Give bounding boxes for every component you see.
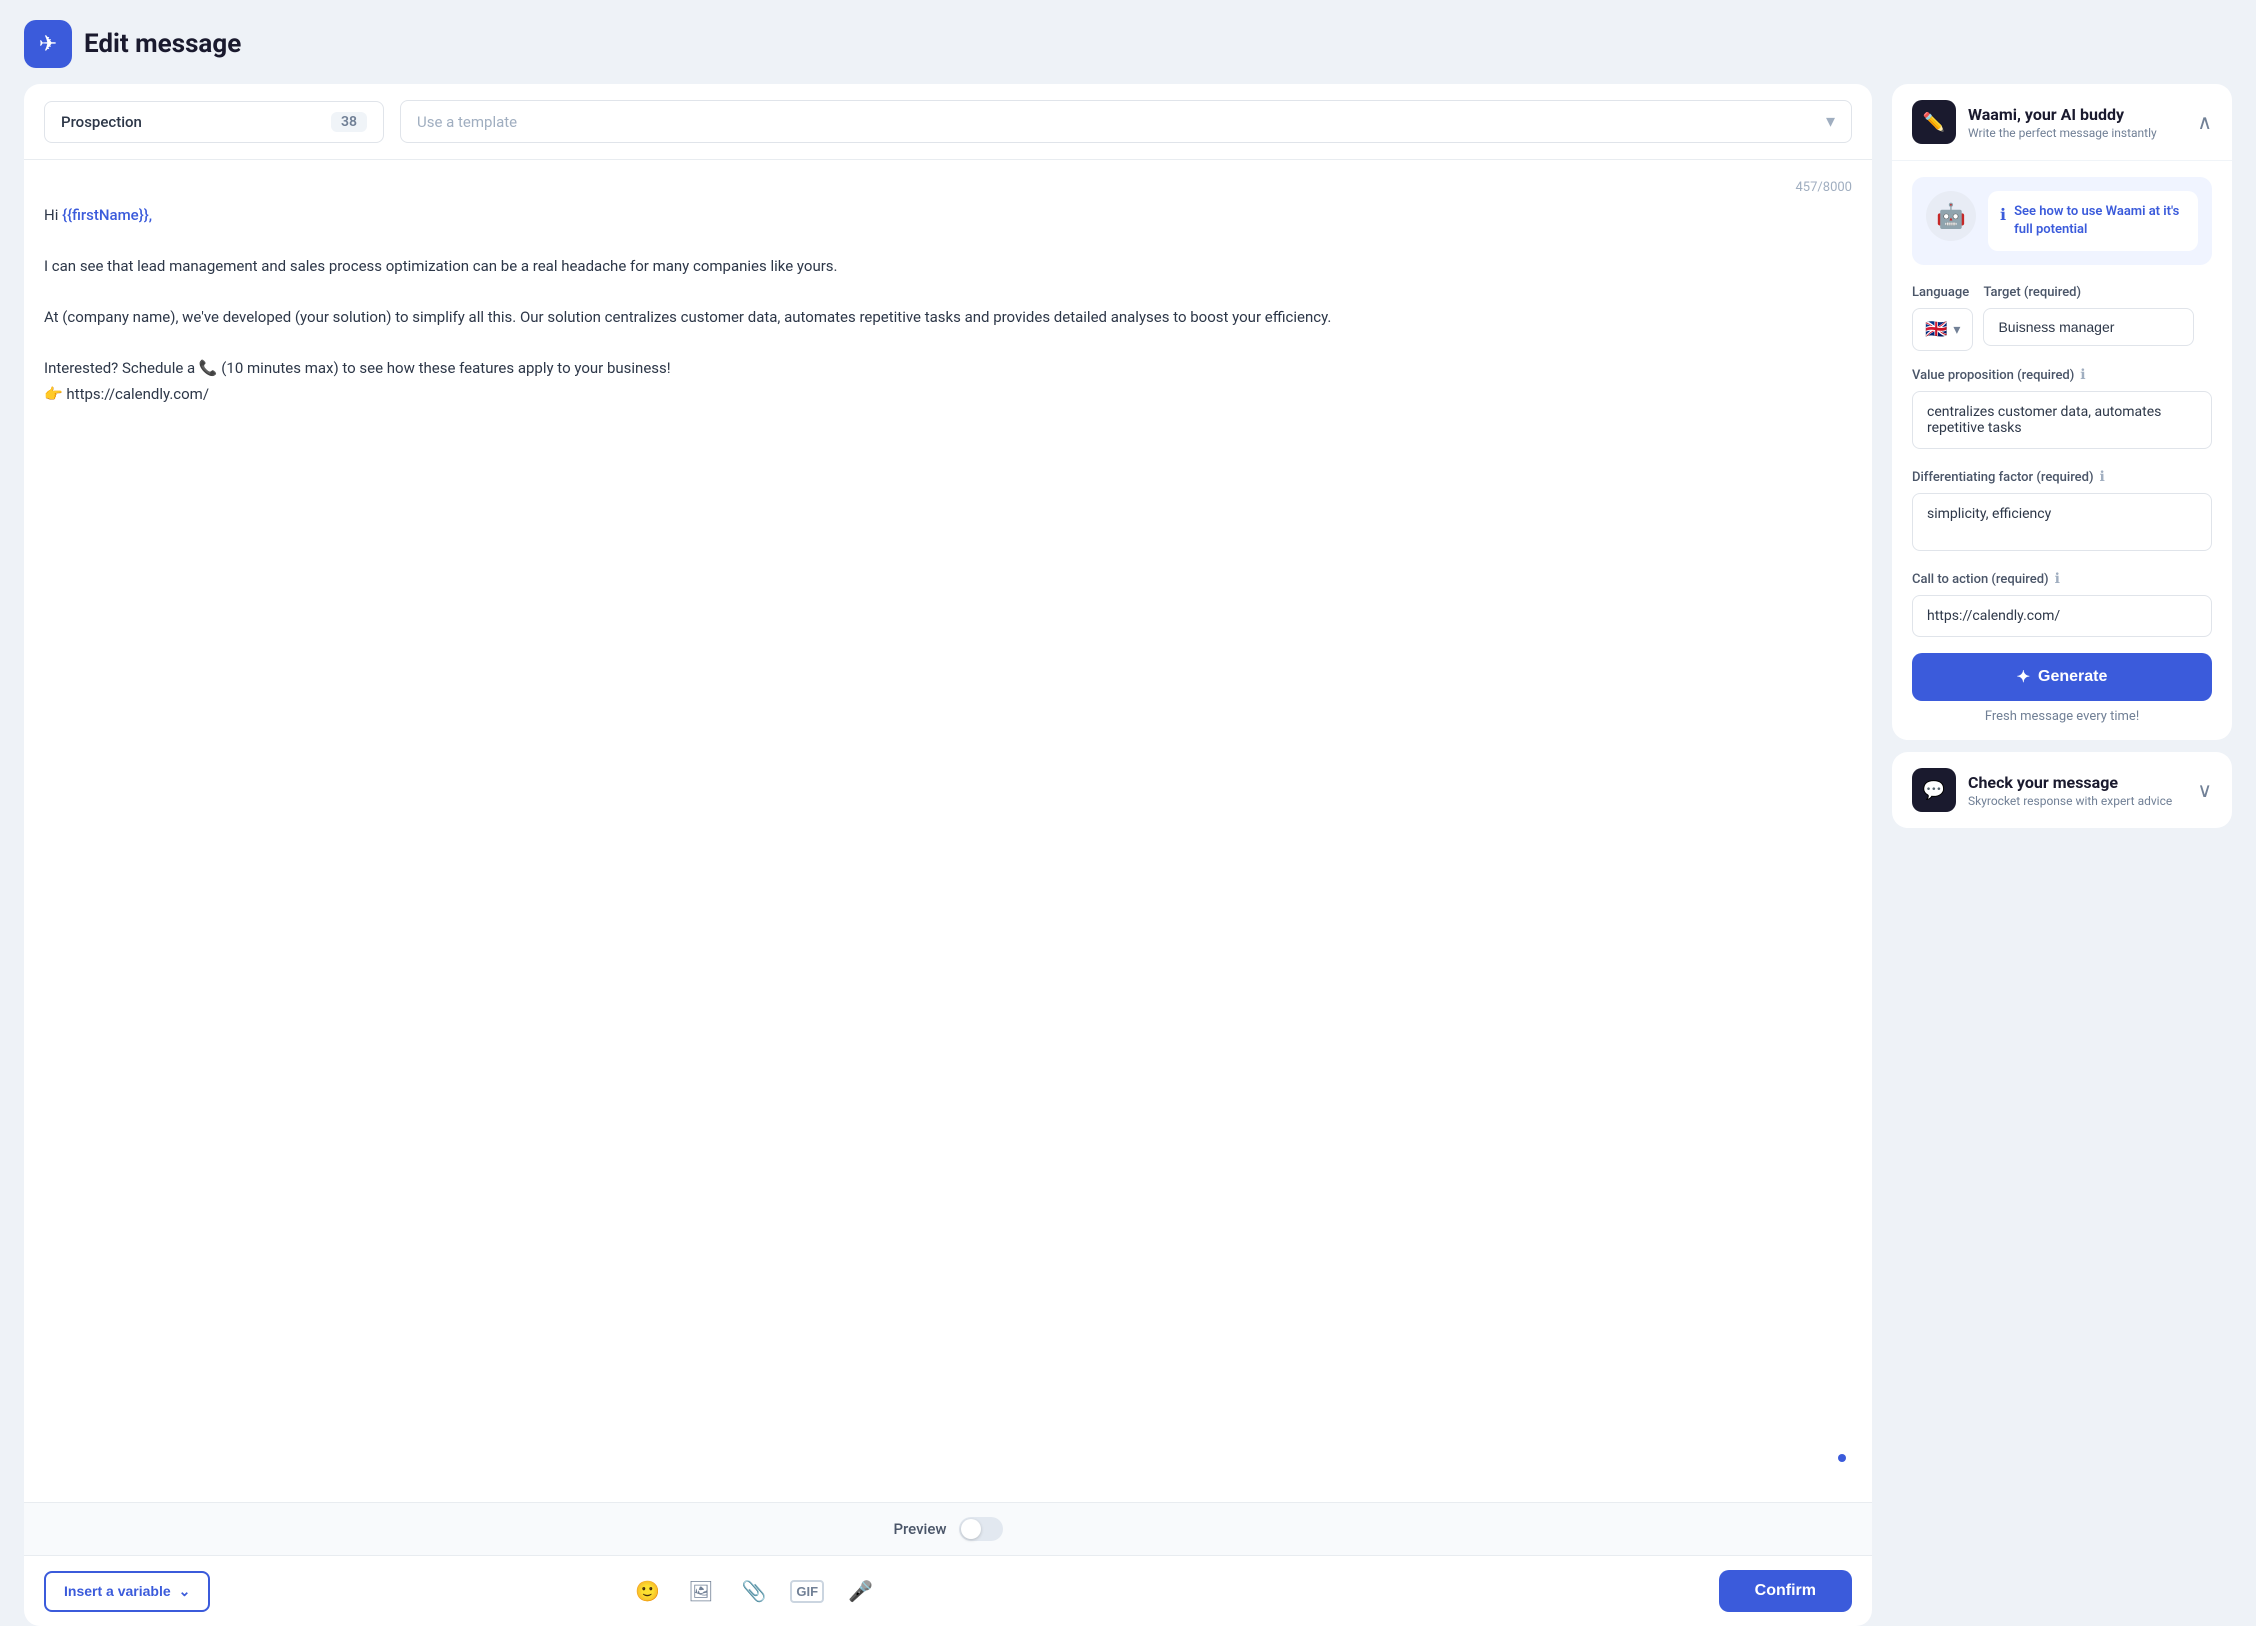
paragraph-3: Interested? Schedule a 📞 (10 minutes max…	[44, 356, 1844, 407]
target-input[interactable]	[1983, 308, 2194, 346]
insert-variable-button[interactable]: Insert a variable ⌄	[44, 1571, 210, 1612]
info-icon[interactable]: ℹ	[2055, 571, 2060, 587]
waami-header-left: ✏️ Waami, your AI buddy Write the perfec…	[1912, 100, 2157, 144]
template-dropdown-label: Use a template	[417, 113, 517, 131]
message-type-input: Prospection 38	[44, 101, 384, 143]
paragraph-1: I can see that lead management and sales…	[44, 254, 1844, 280]
waami-icon: ✏️	[1912, 100, 1956, 144]
waami-header: ✏️ Waami, your AI buddy Write the perfec…	[1892, 84, 2232, 161]
preview-toggle[interactable]	[959, 1517, 1003, 1541]
generate-label: Generate	[2038, 668, 2107, 686]
insert-variable-label: Insert a variable	[64, 1583, 171, 1599]
diff-factor-input[interactable]: simplicity, efficiency	[1912, 493, 2212, 551]
waami-tip: 🤖 ℹ See how to use Waami at it's full po…	[1912, 177, 2212, 265]
waami-tip-content: ℹ See how to use Waami at it's full pote…	[1988, 191, 2198, 251]
message-editor-area: 457/8000 Hi {{firstName}}, I can see tha…	[24, 160, 1872, 1502]
message-type-label: Prospection	[61, 113, 142, 131]
cta-field: Call to action (required) ℹ	[1912, 571, 2212, 637]
diff-factor-field: Differentiating factor (required) ℹ simp…	[1912, 469, 2212, 555]
sparkle-icon: ✦	[2017, 667, 2030, 687]
attachment-button[interactable]: 📎	[738, 1575, 771, 1608]
collapse-waami-button[interactable]: ∧	[2197, 110, 2212, 135]
message-type-bar: Prospection 38 Use a template ▾	[24, 84, 1872, 160]
chevron-down-icon: ▾	[1953, 322, 1960, 338]
generate-button[interactable]: ✦ Generate	[1912, 653, 2212, 701]
char-count: 457/8000	[44, 180, 1852, 195]
diff-factor-label: Differentiating factor (required) ℹ	[1912, 469, 2212, 485]
check-message-header: 💬 Check your message Skyrocket response …	[1912, 768, 2212, 812]
template-dropdown[interactable]: Use a template ▾	[400, 100, 1852, 143]
cta-input[interactable]	[1912, 595, 2212, 637]
language-field: Language 🇬🇧 ▾	[1912, 285, 1973, 351]
microphone-button[interactable]: 🎤	[844, 1575, 877, 1608]
right-panel: ✏️ Waami, your AI buddy Write the perfec…	[1892, 84, 2232, 1626]
check-message-title: Check your message	[1968, 773, 2172, 792]
waami-subtitle: Write the perfect message instantly	[1968, 126, 2157, 140]
expand-check-message-button[interactable]: ∨	[2197, 778, 2212, 803]
info-icon[interactable]: ℹ	[2100, 469, 2105, 485]
greeting-text: Hi	[44, 206, 62, 224]
value-prop-input[interactable]: centralizes customer data, automates rep…	[1912, 391, 2212, 449]
target-field: Target (required)	[1983, 285, 2212, 351]
language-dropdown[interactable]: 🇬🇧 ▾	[1912, 308, 1973, 351]
waami-info: Waami, your AI buddy Write the perfect m…	[1968, 105, 2157, 140]
flag-icon: 🇬🇧	[1925, 319, 1947, 340]
value-proposition-field: Value proposition (required) ℹ centraliz…	[1912, 367, 2212, 453]
chevron-down-icon: ⌄	[179, 1583, 191, 1600]
image-button[interactable]: 🖼	[684, 1575, 717, 1608]
preview-bar: Preview	[24, 1502, 1872, 1555]
cta-label: Call to action (required) ℹ	[1912, 571, 2212, 587]
waami-card: ✏️ Waami, your AI buddy Write the perfec…	[1892, 84, 2232, 740]
firstname-tag: {{firstName}},	[62, 206, 152, 224]
check-message-card: 💬 Check your message Skyrocket response …	[1892, 752, 2232, 828]
info-icon[interactable]: ℹ	[2080, 367, 2085, 383]
target-label: Target (required)	[1983, 285, 2212, 300]
gif-button[interactable]: GIF	[790, 1580, 824, 1603]
check-message-subtitle: Skyrocket response with expert advice	[1968, 794, 2172, 808]
waami-bot-avatar: 🤖	[1926, 191, 1976, 241]
scroll-indicator	[1838, 1454, 1846, 1462]
page-header: ✈ Edit message	[0, 0, 2256, 84]
left-panel: Prospection 38 Use a template ▾ 457/8000…	[24, 84, 1872, 1626]
chevron-down-icon: ▾	[1826, 111, 1835, 132]
editor-toolbar: Insert a variable ⌄ 🙂 🖼 📎 GIF 🎤 Confirm	[24, 1555, 1872, 1626]
info-icon: ℹ	[2000, 205, 2006, 224]
language-target-row: Language 🇬🇧 ▾ Target (required)	[1912, 285, 2212, 351]
main-layout: Prospection 38 Use a template ▾ 457/8000…	[0, 84, 2256, 1626]
check-message-left: 💬 Check your message Skyrocket response …	[1912, 768, 2172, 812]
app-icon: ✈	[24, 20, 72, 68]
paragraph-2: At (company name), we've developed (your…	[44, 305, 1844, 331]
message-type-count: 38	[331, 112, 367, 132]
waami-body: 🤖 ℹ See how to use Waami at it's full po…	[1892, 161, 2232, 740]
toolbar-icons: 🙂 🖼 📎 GIF 🎤	[631, 1575, 877, 1608]
tip-text: See how to use Waami at it's full potent…	[2014, 203, 2186, 239]
check-message-icon: 💬	[1912, 768, 1956, 812]
check-message-info: Check your message Skyrocket response wi…	[1968, 773, 2172, 808]
message-content[interactable]: Hi {{firstName}}, I can see that lead ma…	[44, 203, 1852, 1482]
confirm-button[interactable]: Confirm	[1719, 1570, 1852, 1612]
language-label: Language	[1912, 285, 1973, 300]
page-title: Edit message	[84, 29, 241, 59]
value-prop-label: Value proposition (required) ℹ	[1912, 367, 2212, 383]
waami-title: Waami, your AI buddy	[1968, 105, 2157, 124]
preview-label: Preview	[893, 1520, 946, 1538]
fresh-message-text: Fresh message every time!	[1912, 709, 2212, 724]
emoji-button[interactable]: 🙂	[631, 1575, 664, 1608]
